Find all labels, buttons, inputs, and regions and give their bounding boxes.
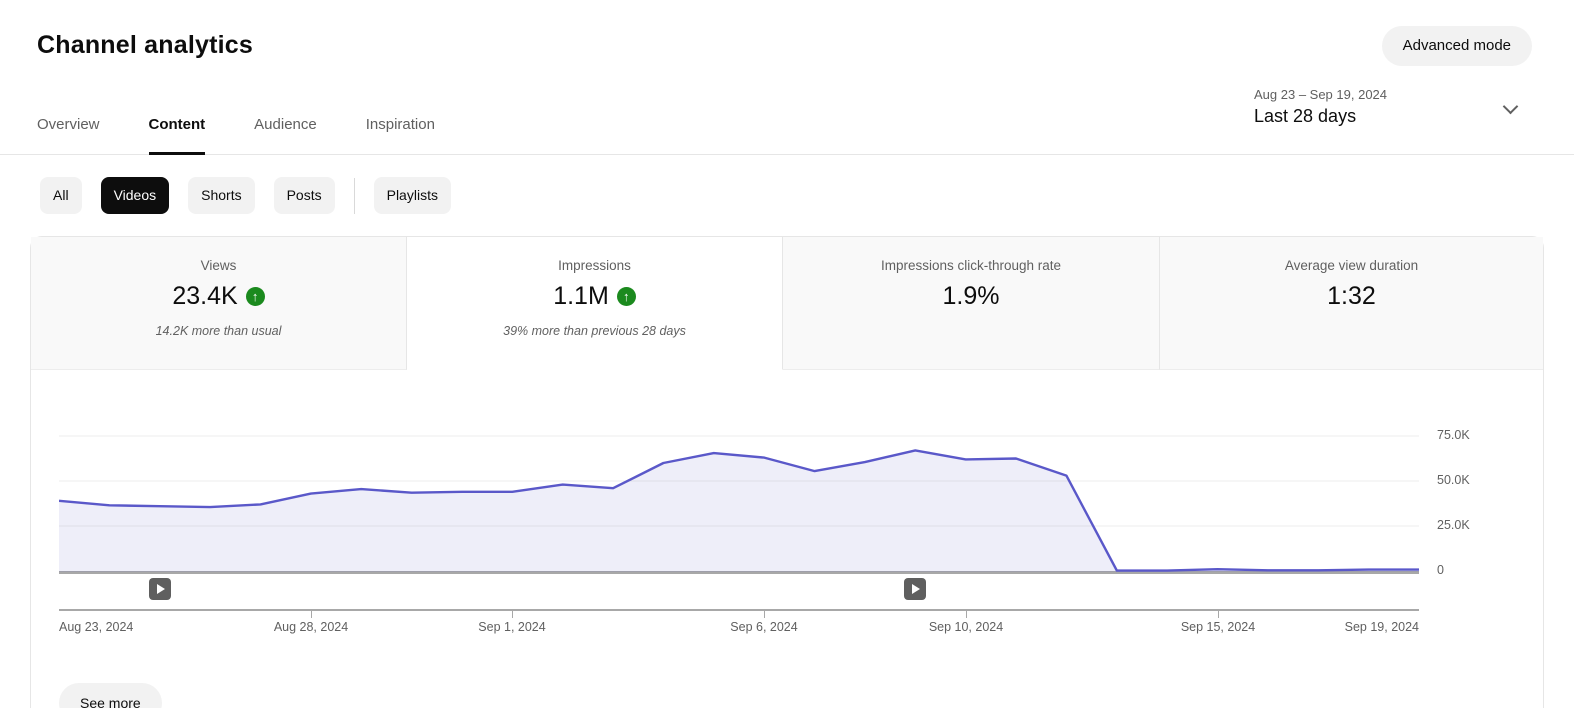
metric-label: Impressions [558,258,631,273]
metric-strip: Views 23.4K ↑ 14.2K more than usual Impr… [31,237,1543,370]
metric-value: 1.9% [942,282,1000,310]
x-axis-label: Sep 10, 2024 [928,620,1004,634]
y-axis-label: 75.0K [1437,428,1470,442]
page-title: Channel analytics [37,31,253,59]
metric-subtext: 14.2K more than usual [155,324,282,338]
y-axis-label: 50.0K [1437,473,1470,487]
date-range-text: Aug 23 – Sep 19, 2024 [1254,87,1388,102]
metric-value: 1:32 [1327,282,1376,310]
play-icon [157,584,165,594]
tab-inspiration[interactable]: Inspiration [366,101,435,155]
metric-value: 1.1M ↑ [407,282,782,311]
metric-card-views[interactable]: Views 23.4K ↑ 14.2K more than usual [31,237,407,370]
video-marker[interactable] [149,578,171,600]
trend-up-icon: ↑ [616,287,636,306]
metric-value: 23.4K ↑ [31,282,406,311]
chip-divider [353,177,355,214]
x-axis-tick [966,610,967,618]
analytics-tabs: Overview Content Audience Inspiration [0,101,1574,155]
channel-analytics-page: Channel analytics Advanced mode Aug 23 –… [0,0,1574,708]
content-type-filter: All Videos Shorts Posts Playlists [40,177,451,214]
x-axis-label: Sep 15, 2024 [1180,620,1256,634]
tab-audience[interactable]: Audience [254,101,317,155]
y-axis-label: 0 [1437,563,1444,577]
chip-all[interactable]: All [40,177,82,214]
x-axis-tick [311,610,312,618]
see-more-button[interactable]: See more [59,683,162,708]
x-axis-label: Aug 23, 2024 [59,620,134,634]
tab-overview[interactable]: Overview [37,101,100,155]
x-axis-label: Sep 19, 2024 [1344,620,1419,634]
x-axis-label: Aug 28, 2024 [273,620,349,634]
play-icon [912,584,920,594]
chip-shorts[interactable]: Shorts [188,177,255,214]
x-axis-tick [1218,610,1219,618]
metric-label: Average view duration [1284,258,1419,273]
metric-card-ctr[interactable]: Impressions click-through rate 1.9% [783,237,1160,370]
tab-content[interactable]: Content [148,101,206,155]
metric-subtext: 39% more than previous 28 days [503,324,686,338]
advanced-mode-button[interactable]: Advanced mode [1381,26,1532,66]
x-axis-line [59,609,1419,611]
y-axis-label: 25.0K [1437,518,1470,532]
x-axis-label: Sep 6, 2024 [730,620,798,634]
chip-posts[interactable]: Posts [273,177,335,214]
metric-label: Impressions click-through rate [880,258,1062,273]
x-axis-label: Sep 1, 2024 [478,620,546,634]
metric-card-avg-view-duration[interactable]: Average view duration 1:32 [1160,237,1543,370]
impressions-chart[interactable] [59,390,1419,577]
trend-up-icon: ↑ [245,287,265,306]
metric-label: Views [200,258,237,273]
x-axis-tick [764,610,765,618]
chip-playlists[interactable]: Playlists [373,177,451,214]
chip-videos[interactable]: Videos [100,177,170,214]
video-marker[interactable] [904,578,926,600]
metric-card-impressions[interactable]: Impressions 1.1M ↑ 39% more than previou… [407,237,783,370]
x-axis-tick [512,610,513,618]
